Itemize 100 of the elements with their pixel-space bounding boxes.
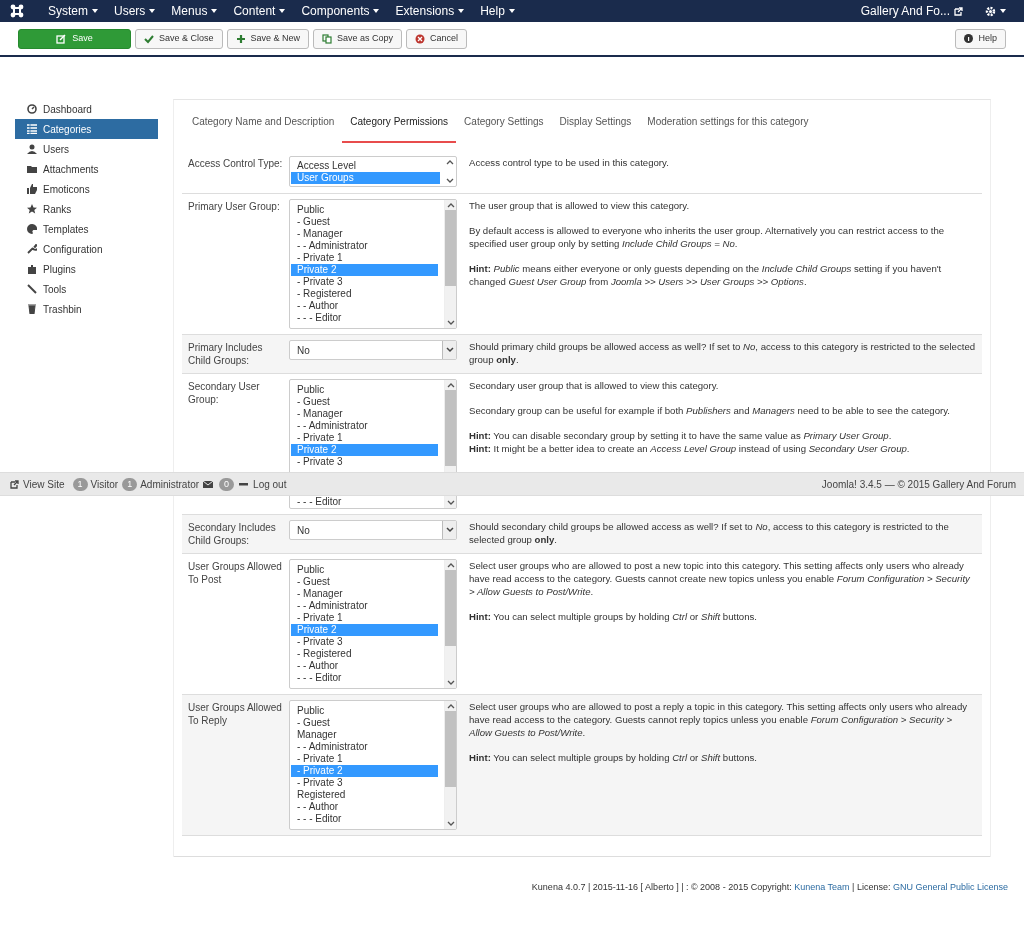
- list-option[interactable]: - - Administrator: [291, 420, 438, 432]
- list-option[interactable]: Access Level: [291, 160, 440, 172]
- list-box[interactable]: Public - Guest - Manager - - Administrator - Private 1 Private 2 - Private 3 - Registered - - Author - - - Editor: [289, 199, 457, 329]
- field-label: Secondary Includes Child Groups:: [188, 521, 277, 547]
- menu-item[interactable]: System: [48, 2, 98, 20]
- description-text: Should primary child groups be allowed access as well? If set to No, access to this category is restricted to the selected group only.: [469, 340, 976, 366]
- sidebar-item[interactable]: Ranks: [15, 199, 158, 219]
- list-box[interactable]: Public - Guest - Manager - - Administrator - Private 1 Private 2 - Private 3 - Registered - - Author - - - Editor: [289, 559, 457, 689]
- menu-item[interactable]: Menus: [171, 2, 218, 20]
- caret-icon: [508, 9, 515, 13]
- sidebar-item[interactable]: Trashbin: [15, 299, 158, 319]
- sidebar-item[interactable]: Configuration: [15, 239, 158, 259]
- visitor-label: Visitor: [90, 477, 119, 492]
- cancel-icon: [415, 33, 426, 44]
- list-option[interactable]: - - Administrator: [291, 741, 438, 753]
- sidebar-item[interactable]: Users: [15, 139, 158, 159]
- dropdown[interactable]: No: [289, 520, 457, 540]
- list-option[interactable]: - Manager: [291, 588, 438, 600]
- logout-link[interactable]: Log out: [239, 476, 287, 492]
- menu-item[interactable]: Extensions: [395, 2, 465, 20]
- tab[interactable]: Category Settings: [456, 114, 552, 143]
- list-option[interactable]: - Guest: [291, 717, 438, 729]
- description-text: By default access is allowed to everyone who inherits the user group. Alternatively you can restrict access to the specified user group only by setting Include Child Groups = No.: [469, 224, 946, 250]
- description-text: Access control type to be used in this category.: [469, 156, 670, 169]
- list-option[interactable]: - Registered: [291, 288, 438, 300]
- star-icon: [27, 204, 37, 214]
- list-option[interactable]: - - - Editor: [291, 495, 438, 508]
- list-option[interactable]: - Private 3: [291, 636, 438, 648]
- menu-item[interactable]: Help: [480, 2, 515, 20]
- list-option[interactable]: - Private 1: [291, 432, 438, 444]
- list-option[interactable]: Public: [291, 204, 438, 216]
- copy-icon: [322, 33, 333, 44]
- field-label: Primary User Group:: [188, 200, 281, 213]
- sidebar-item[interactable]: Dashboard: [15, 99, 158, 119]
- list-option[interactable]: - - - Editor: [291, 813, 438, 825]
- description-text: Hint: You can select multiple groups by holding Ctrl or Shift buttons.: [469, 610, 758, 623]
- team-link[interactable]: Kunena Team: [794, 882, 850, 892]
- sidebar-item[interactable]: Plugins: [15, 259, 158, 279]
- list-option[interactable]: - - - Editor: [291, 672, 438, 684]
- toolbar-button[interactable]: Save as Copy: [313, 28, 403, 49]
- list-option[interactable]: - Private 3: [291, 276, 438, 288]
- sidebar-item[interactable]: Attachments: [15, 159, 158, 179]
- list-option[interactable]: Registered: [291, 789, 438, 801]
- list-option[interactable]: - Private 3: [291, 456, 438, 468]
- list-option[interactable]: - - - Editor: [291, 312, 438, 324]
- list-option[interactable]: - Guest: [291, 216, 438, 228]
- wrench-icon: [27, 244, 37, 254]
- minus-icon: [239, 482, 249, 486]
- sidebar-item[interactable]: Categories: [15, 119, 158, 139]
- toolbar-button[interactable]: Save & Close: [135, 28, 223, 49]
- user-icon: [27, 144, 37, 154]
- toolbar-button[interactable]: Cancel: [406, 28, 468, 49]
- list-option[interactable]: Public: [291, 705, 438, 717]
- menu-item[interactable]: Users: [114, 2, 156, 20]
- license-link[interactable]: GNU General Public License: [892, 882, 1008, 892]
- toolbar-button[interactable]: Save & New: [226, 28, 310, 49]
- count-badge: 1: [72, 477, 88, 491]
- menu-item[interactable]: Components: [301, 2, 380, 20]
- field-label: Primary Includes Child Groups:: [188, 341, 264, 367]
- site-link[interactable]: Gallery And Fo...: [860, 2, 963, 20]
- list-option[interactable]: - - Administrator: [291, 600, 438, 612]
- tab[interactable]: Moderation settings for this category: [639, 114, 817, 143]
- list-option[interactable]: Manager: [291, 729, 438, 741]
- caret-icon: [1000, 9, 1006, 13]
- list-icon: [27, 124, 37, 134]
- list-option[interactable]: - Guest: [291, 396, 438, 408]
- description-text: Should secondary child groups be allowed access as well? If set to No, access to this category is restricted to the selected group only.: [469, 520, 950, 546]
- sidebar-item[interactable]: Tools: [15, 279, 158, 299]
- list-option[interactable]: - Private 1: [291, 753, 438, 765]
- list-option[interactable]: - - Author: [291, 300, 438, 312]
- version-text: Joomla! 3.4.5 — © 2015 Gallery And Forum: [821, 477, 1016, 492]
- dashboard-icon: [27, 104, 37, 114]
- list-option[interactable]: - Private 1: [291, 252, 438, 264]
- caret-icon: [373, 9, 380, 13]
- list-option[interactable]: - Manager: [291, 228, 438, 240]
- list-option[interactable]: - - Author: [291, 801, 438, 813]
- list-option[interactable]: - Guest: [291, 576, 438, 588]
- toolbar-button[interactable]: Save: [18, 28, 131, 49]
- list-option[interactable]: - Private 3: [291, 777, 438, 789]
- dropdown[interactable]: No: [289, 340, 457, 360]
- tab[interactable]: Category Permissions: [342, 114, 457, 143]
- caret-icon: [92, 9, 98, 13]
- list-option[interactable]: - - Author: [291, 660, 438, 672]
- sidebar-item[interactable]: Templates: [15, 219, 158, 239]
- list-option[interactable]: - Private 1: [291, 612, 438, 624]
- view-site-link[interactable]: View Site: [10, 476, 65, 492]
- list-option[interactable]: - Manager: [291, 408, 438, 420]
- list-option[interactable]: Public: [291, 384, 438, 396]
- tab[interactable]: Category Name and Description: [184, 114, 343, 143]
- sidebar-item[interactable]: Emoticons: [15, 179, 158, 199]
- description-text: Hint: It might be a better idea to create an Access Level Group instead of using Secondary User Group.: [469, 442, 911, 455]
- list-option[interactable]: Public: [291, 564, 438, 576]
- settings-menu[interactable]: [985, 5, 1006, 17]
- list-box[interactable]: Public - Guest Manager - - Administrator - Private 1 - Private 2 - Private 3 Registered - - Author - - - Editor: [289, 700, 457, 830]
- select-list[interactable]: Access Level User Groups: [289, 156, 457, 187]
- menu-item[interactable]: Content: [233, 2, 286, 20]
- list-option[interactable]: - Registered: [291, 648, 438, 660]
- list-option[interactable]: - - Administrator: [291, 240, 438, 252]
- help-button[interactable]: Help: [955, 28, 1006, 49]
- tab[interactable]: Display Settings: [551, 114, 640, 143]
